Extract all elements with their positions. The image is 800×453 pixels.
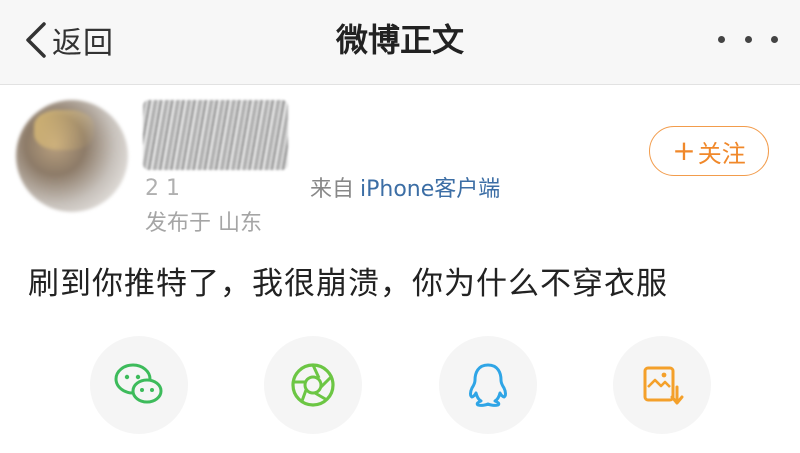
more-menu-button[interactable] bbox=[718, 24, 778, 54]
wechat-icon bbox=[114, 363, 163, 404]
more-dot-icon bbox=[771, 35, 778, 43]
plus-icon: + bbox=[672, 134, 696, 167]
follow-label: 关注 bbox=[697, 139, 746, 168]
qq-icon bbox=[469, 363, 507, 407]
source-link[interactable]: iPhone客户端 bbox=[360, 171, 500, 203]
post-time: 2 1 bbox=[145, 176, 180, 201]
avatar[interactable] bbox=[16, 100, 128, 212]
post-text: 刷到你推特了，我很崩溃，你为什么不穿衣服 bbox=[28, 266, 668, 302]
follow-button[interactable]: + 关注 bbox=[649, 126, 769, 176]
post-meta: 2 1 来自 iPhone客户端 bbox=[145, 172, 500, 202]
share-row bbox=[0, 336, 800, 436]
more-dot-icon bbox=[744, 35, 752, 43]
back-label: 返回 bbox=[52, 26, 114, 61]
username-redacted[interactable] bbox=[143, 100, 288, 170]
post-location: 发布于 山东 bbox=[145, 211, 262, 236]
source-prefix: 来自 bbox=[310, 177, 355, 202]
share-moments-button[interactable] bbox=[264, 336, 362, 434]
back-button[interactable]: 返回 bbox=[22, 18, 114, 62]
save-image-button[interactable] bbox=[613, 336, 711, 434]
share-qq-button[interactable] bbox=[439, 336, 537, 434]
moments-icon bbox=[291, 363, 335, 407]
save-image-icon bbox=[643, 366, 684, 405]
page-title: 微博正文 bbox=[335, 21, 464, 59]
share-wechat-button[interactable] bbox=[90, 336, 188, 434]
top-nav-bar: 返回 微博正文 bbox=[0, 0, 800, 85]
chevron-left-icon bbox=[26, 22, 46, 58]
more-dot-icon bbox=[718, 35, 725, 43]
